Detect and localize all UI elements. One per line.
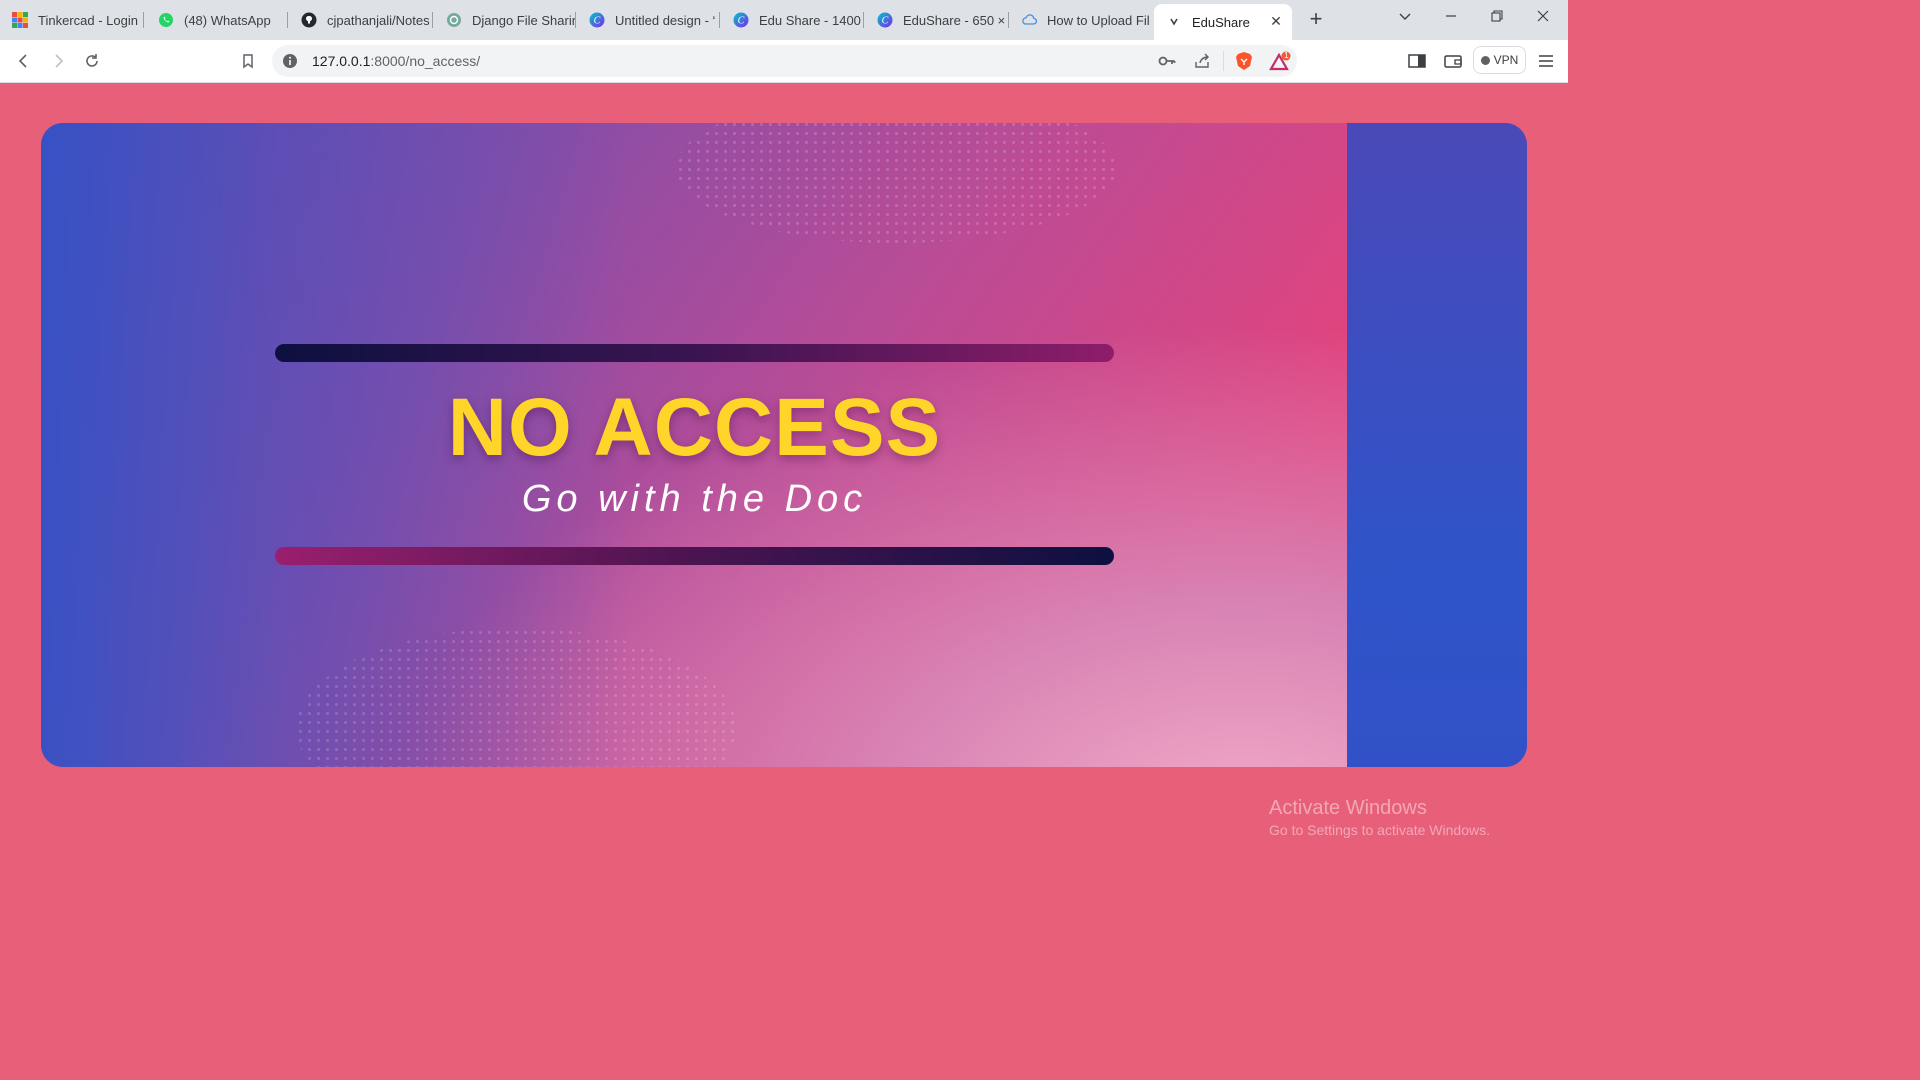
- svg-text:C: C: [738, 16, 745, 27]
- reload-button[interactable]: [80, 49, 104, 73]
- tinkercad-icon: [12, 12, 28, 28]
- close-tab-icon[interactable]: ✕: [1268, 13, 1284, 29]
- vpn-status-icon: [1480, 55, 1490, 65]
- svg-text:C: C: [882, 16, 889, 27]
- restore-button[interactable]: [1474, 0, 1520, 32]
- tab-label: EduShare: [1192, 14, 1250, 30]
- tab-label: cjpathanjali/Notes: [327, 12, 430, 28]
- tab-django-file-sharing[interactable]: Django File Sharin: [434, 4, 576, 36]
- key-icon[interactable]: [1158, 53, 1176, 69]
- sidebar-toggle-icon[interactable]: [1405, 49, 1429, 73]
- vpn-button[interactable]: VPN: [1473, 46, 1526, 74]
- tab-label: How to Upload Fil: [1047, 12, 1150, 28]
- tab-tinkercad[interactable]: Tinkercad - Login: [0, 4, 144, 36]
- minimize-button[interactable]: [1428, 0, 1474, 32]
- canva-icon: C: [733, 12, 749, 28]
- omnibox-divider: [1223, 51, 1224, 71]
- tab-search-chevron-down-icon[interactable]: [1382, 0, 1428, 32]
- chatgpt-icon: [446, 12, 462, 28]
- banner-side-panel: [1347, 123, 1527, 767]
- no-access-banner: NO ACCESS Go with the Doc: [41, 123, 1527, 767]
- url-text[interactable]: 127.0.0.1:8000/no_access/: [312, 45, 480, 77]
- windows-activation-watermark: Activate Windows Go to Settings to activ…: [1269, 796, 1490, 840]
- tab-github[interactable]: cjpathanjali/Notes: [289, 4, 433, 36]
- tab-strip: Tinkercad - Login (48) WhatsApp cjpathan…: [0, 0, 1568, 40]
- tab-label: Untitled design - ‘: [615, 12, 716, 28]
- watermark-title: Activate Windows: [1269, 797, 1427, 819]
- brave-shields-icon[interactable]: [1235, 51, 1253, 71]
- wallet-icon[interactable]: [1441, 49, 1465, 73]
- decorative-bar-bottom: [275, 547, 1114, 565]
- page-content: NO ACCESS Go with the Doc Activate Windo…: [0, 83, 1568, 882]
- share-icon[interactable]: [1193, 53, 1211, 69]
- url-host: 127.0.0.1: [312, 53, 371, 69]
- brave-rewards-icon[interactable]: 1: [1269, 51, 1291, 73]
- tab-untitled-design[interactable]: C Untitled design - ‘: [577, 4, 720, 36]
- new-tab-button[interactable]: +: [1303, 8, 1329, 32]
- bookmark-icon[interactable]: [236, 49, 260, 73]
- no-access-heading: NO ACCESS: [447, 382, 942, 473]
- watermark-subtitle: Go to Settings to activate Windows.: [1269, 822, 1490, 838]
- tab-whatsapp[interactable]: (48) WhatsApp: [146, 4, 288, 36]
- whatsapp-icon: [158, 12, 174, 28]
- tab-how-to-upload[interactable]: How to Upload Fil: [1009, 4, 1152, 36]
- tab-label: Django File Sharin: [472, 12, 576, 28]
- menu-icon[interactable]: [1534, 49, 1558, 73]
- site-info-icon[interactable]: [282, 53, 298, 69]
- vpn-label: VPN: [1493, 53, 1519, 67]
- tab-label: Tinkercad - Login: [38, 12, 138, 28]
- rewards-badge: 1: [1284, 51, 1289, 60]
- tab-edu-share-1400[interactable]: C Edu Share - 1400: [721, 4, 864, 36]
- edushare-favicon-icon: [1166, 14, 1182, 30]
- url-path: :8000/no_access/: [370, 53, 481, 69]
- github-icon: [301, 12, 317, 28]
- canva-icon: C: [589, 12, 605, 28]
- svg-text:C: C: [594, 16, 601, 27]
- tab-edushare-active[interactable]: EduShare ✕: [1154, 4, 1292, 40]
- address-bar[interactable]: 127.0.0.1:8000/no_access/ 1: [272, 45, 1297, 77]
- cloud-icon: [1021, 12, 1037, 28]
- browser-toolbar: 127.0.0.1:8000/no_access/ 1 VPN: [0, 40, 1568, 83]
- tab-label: EduShare - 650 ×: [903, 12, 1006, 28]
- decorative-bar-top: [275, 344, 1114, 362]
- back-button[interactable]: [12, 49, 36, 73]
- tab-edushare-650[interactable]: C EduShare - 650 ×: [865, 4, 1009, 36]
- canva-icon: C: [877, 12, 893, 28]
- close-window-button[interactable]: [1520, 0, 1566, 32]
- tab-label: (48) WhatsApp: [184, 12, 271, 28]
- no-access-subheading: Go with the Doc: [521, 478, 868, 520]
- tab-label: Edu Share - 1400: [759, 12, 861, 28]
- forward-button[interactable]: [46, 49, 70, 73]
